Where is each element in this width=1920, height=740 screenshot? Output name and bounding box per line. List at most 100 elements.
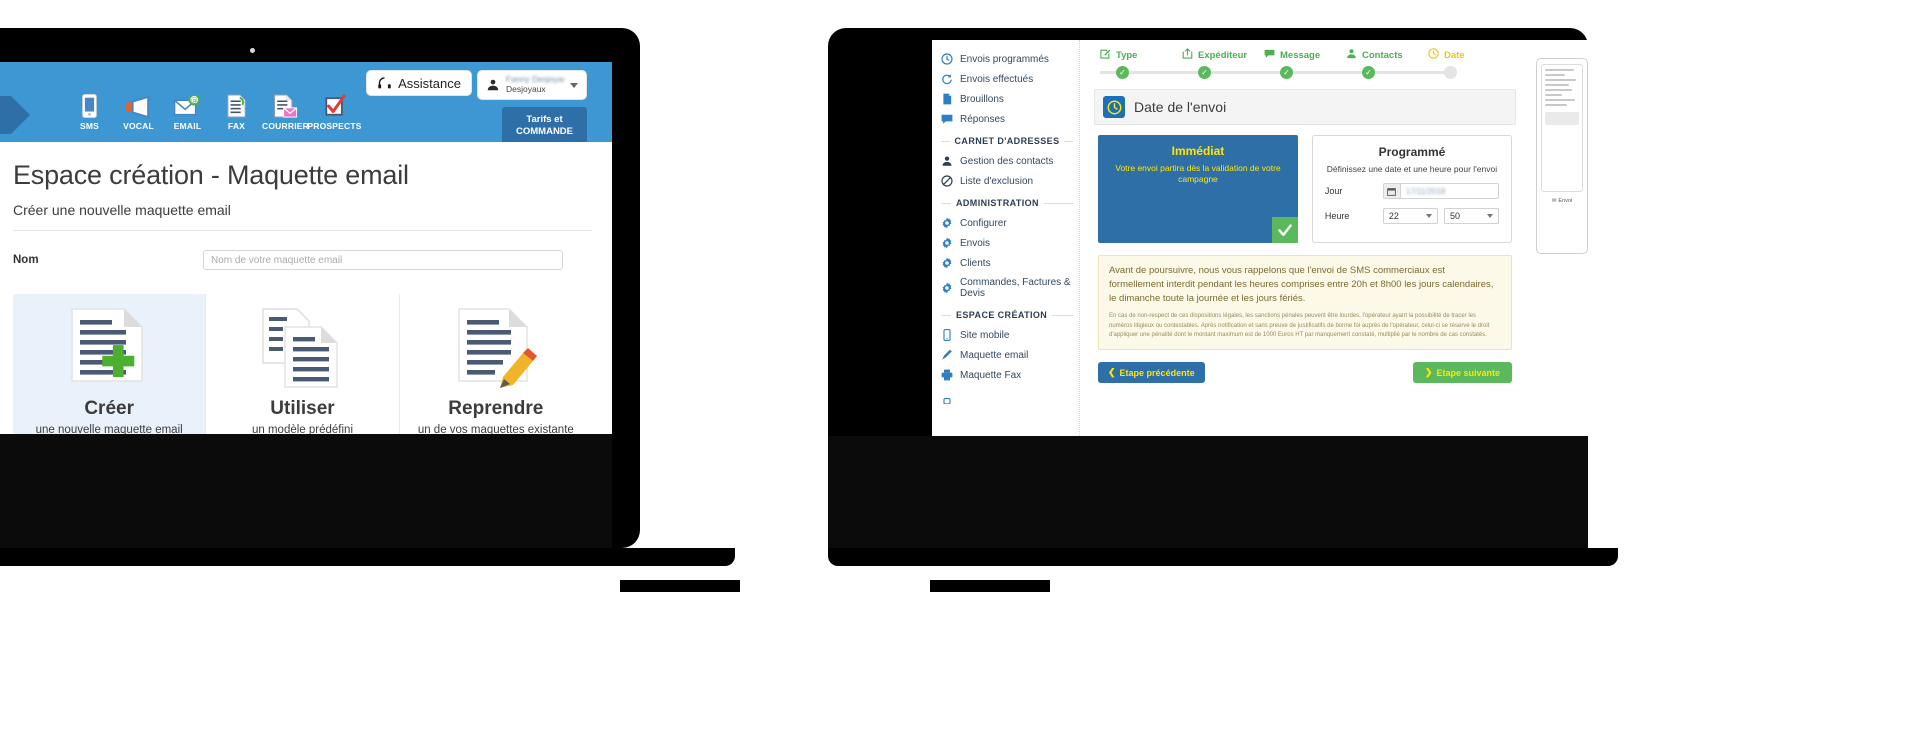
name-input[interactable]: Nom de votre maquette email: [203, 250, 563, 270]
fax-document-icon: [226, 92, 248, 118]
calendar-icon[interactable]: [1383, 184, 1401, 198]
right-main-content: Type ✓ Expéditeur ✓ Message ✓ Contacts ✓…: [1080, 40, 1530, 436]
sidebar-item-maquette-email[interactable]: Maquette email: [932, 345, 1079, 365]
sidebar-header-administration: ADMINISTRATION: [932, 191, 1079, 213]
user-account-dropdown[interactable]: Fanny Desjoyaux Desjoyaux: [477, 70, 587, 100]
user-fullname-blurred: Fanny Desjoyaux: [506, 75, 564, 85]
immediate-selected-check-icon: [1271, 217, 1298, 243]
day-value: 17/11/2018: [1405, 186, 1446, 196]
chevron-down-icon: [1425, 214, 1432, 218]
card-creer[interactable]: Créer une nouvelle maquette email: [13, 294, 207, 434]
megaphone-icon: [125, 92, 152, 118]
step-label: Date: [1444, 49, 1465, 61]
document-plus-icon: [19, 308, 199, 390]
immediate-option[interactable]: Immédiat Votre envoi partira dès la vali…: [1098, 135, 1298, 243]
previous-step-button[interactable]: ❮ Etape précédente: [1098, 362, 1205, 384]
clock-badge-icon: [1103, 96, 1125, 118]
sidebar-label: Site mobile: [960, 329, 1010, 341]
channel-fax[interactable]: FAX: [212, 92, 261, 131]
order-line-1: Tarifs et: [526, 114, 563, 126]
step-check-icon: ✓: [1362, 66, 1375, 79]
document-copy-icon: [212, 308, 392, 390]
channel-courrier[interactable]: COURRIER: [261, 92, 310, 131]
step-label: Type: [1116, 49, 1138, 61]
step-type[interactable]: Type ✓: [1100, 48, 1182, 80]
minute-value: 50: [1449, 211, 1460, 221]
phone-icon: [82, 92, 97, 118]
left-main-content: Espace création - Maquette email Créer u…: [0, 142, 612, 434]
channel-email[interactable]: @ EMAIL: [163, 92, 212, 131]
card-creer-title: Créer: [84, 398, 134, 419]
chevron-left-icon: ❮: [1108, 367, 1116, 378]
sidebar-label: Envois effectués: [960, 73, 1034, 85]
assistance-button[interactable]: Assistance: [366, 70, 472, 96]
next-step-button[interactable]: ❯ Etape suivante: [1412, 362, 1512, 384]
right-app-window: Envois programmés Envois effectués Broui…: [932, 40, 1588, 436]
channel-vocal[interactable]: VOCAL: [114, 92, 163, 131]
file-icon: [941, 93, 953, 105]
right-screen: Envois programmés Envois effectués Broui…: [932, 40, 1588, 436]
sidebar-item-reponses[interactable]: Réponses: [932, 109, 1079, 129]
headset-icon: [377, 76, 392, 91]
sidebar-item-partial[interactable]: [932, 391, 1079, 411]
screenshot-stage: Assistance Fanny Desjoyaux Desjoyaux AGN…: [0, 0, 1920, 740]
channel-prospects[interactable]: PROSPECTS: [307, 92, 361, 131]
card-creer-subtitle: une nouvelle maquette email: [35, 424, 183, 434]
channel-sms[interactable]: SMS: [65, 92, 114, 131]
sidebar-item-liste-exclusion[interactable]: Liste d'exclusion: [932, 171, 1079, 191]
sidebar-label: Configurer: [960, 217, 1007, 229]
left-laptop-lower-bezel: [0, 434, 612, 548]
gear-icon: [941, 257, 953, 269]
channel-fax-label: FAX: [227, 121, 246, 131]
tarifs-commande-button[interactable]: Tarifs et COMMANDE: [502, 107, 587, 145]
immediate-title: Immédiat: [1171, 144, 1225, 158]
hour-select[interactable]: 22: [1382, 208, 1438, 224]
sidebar-label: Brouillons: [960, 93, 1004, 105]
sidebar-header-label: ESPACE CRÉATION: [956, 310, 1048, 320]
card-utiliser[interactable]: Utiliser un modèle prédéfini: [206, 294, 400, 434]
sidebar-item-envois-admin[interactable]: Envois: [932, 233, 1079, 253]
sidebar-item-maquette-fax[interactable]: Maquette Fax: [932, 365, 1079, 385]
phone-preview-button[interactable]: [1545, 112, 1579, 125]
sidebar-label: Maquette Fax: [960, 369, 1022, 381]
sidebar-item-envois-programmes[interactable]: Envois programmés: [932, 49, 1079, 69]
panel-header: Date de l'envoi: [1094, 89, 1516, 125]
step-label: Contacts: [1362, 49, 1403, 61]
sidebar-label: Réponses: [960, 113, 1006, 125]
left-webcam: [250, 48, 255, 53]
step-date[interactable]: Date: [1428, 48, 1510, 80]
campaign-tag: AGNE: [0, 96, 32, 134]
notice-small-text: En cas de non-respect de ces disposition…: [1109, 313, 1490, 339]
panel-title: Date de l'envoi: [1134, 99, 1227, 115]
phone-preview: ✉ Envoi: [1536, 58, 1588, 254]
name-label: Nom: [13, 254, 39, 266]
sidebar-item-brouillons[interactable]: Brouillons: [932, 89, 1079, 109]
minute-select[interactable]: 50: [1443, 208, 1499, 224]
step-contacts[interactable]: Contacts ✓: [1346, 48, 1428, 80]
sidebar-item-gestion-contacts[interactable]: Gestion des contacts: [932, 151, 1079, 171]
hour-value: 22: [1388, 211, 1399, 221]
step-expediteur[interactable]: Expéditeur ✓: [1182, 48, 1264, 80]
step-message[interactable]: Message ✓: [1264, 48, 1346, 80]
sidebar-label: Commandes, Factures & Devis: [960, 277, 1071, 299]
printer-icon: [941, 369, 953, 381]
sidebar-item-envois-effectues[interactable]: Envois effectués: [932, 69, 1079, 89]
card-reprendre[interactable]: Reprendre un de vos maquettes existante: [400, 294, 592, 434]
order-line-2: COMMANDE: [516, 126, 573, 137]
sidebar-item-clients[interactable]: Clients: [932, 253, 1079, 273]
scheduled-option[interactable]: Programmé Définissez une date et une heu…: [1311, 135, 1512, 243]
sidebar-item-site-mobile[interactable]: Site mobile: [932, 325, 1079, 345]
day-input[interactable]: 17/11/2018: [1382, 183, 1499, 199]
send-mode-choices: Immédiat Votre envoi partira dès la vali…: [1094, 135, 1516, 243]
sidebar-label: Liste d'exclusion: [960, 175, 1034, 187]
user-lastname: Desjoyaux: [506, 85, 546, 94]
document-pencil-icon: [406, 308, 586, 390]
left-screen: Assistance Fanny Desjoyaux Desjoyaux AGN…: [0, 62, 612, 434]
name-input-placeholder: Nom de votre maquette email: [211, 254, 343, 266]
step-dot-current: [1444, 66, 1457, 79]
sidebar-item-commandes[interactable]: Commandes, Factures & Devis: [932, 273, 1079, 303]
previous-step-label: Etape précédente: [1119, 367, 1195, 378]
step-label: Message: [1280, 49, 1321, 61]
sidebar-item-configurer[interactable]: Configurer: [932, 213, 1079, 233]
sidebar-header-carnet: CARNET D'ADRESSES: [932, 129, 1079, 151]
